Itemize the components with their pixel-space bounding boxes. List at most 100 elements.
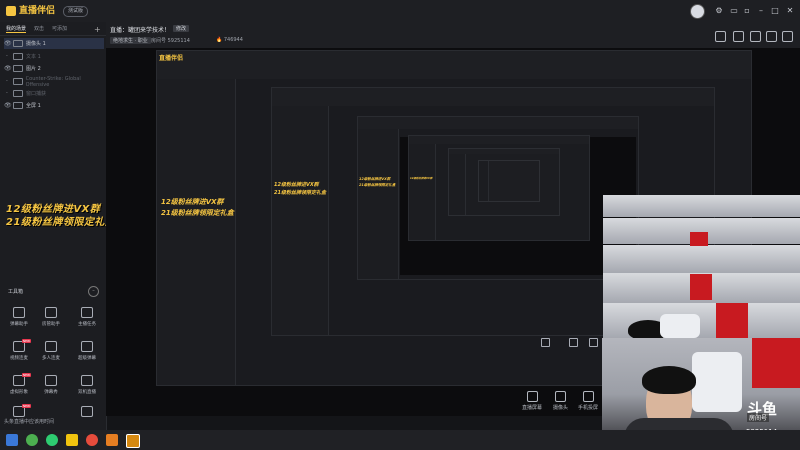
tool-label: 房管助手	[42, 322, 60, 327]
tool-task[interactable]: 主播任务	[72, 307, 102, 333]
source-label: 全屏 1	[26, 103, 41, 109]
live-companion-icon[interactable]	[126, 434, 140, 448]
maximize-icon[interactable]: □	[770, 6, 780, 16]
tool-phone[interactable]: 手机投屏	[578, 391, 598, 411]
person-hair	[642, 366, 696, 394]
app4-icon[interactable]	[86, 434, 98, 446]
version-badge[interactable]: 测试版	[63, 6, 89, 17]
sticker-icon: NEW	[13, 404, 31, 417]
wechat-icon[interactable]	[46, 434, 58, 446]
user-avatar[interactable]	[690, 4, 705, 19]
tool-multi-link[interactable]: 多人连麦	[36, 341, 66, 367]
super-danmu-icon	[81, 341, 93, 352]
tool-danmu[interactable]: 弹幕助手	[4, 307, 34, 333]
eye-icon[interactable]: 👁	[4, 65, 12, 72]
nested-tool	[589, 338, 598, 347]
task-icon	[81, 307, 93, 318]
eye-off-icon[interactable]: ·	[4, 78, 10, 85]
tool-more[interactable]	[72, 406, 102, 432]
tool-camera[interactable]: 摄像头	[553, 391, 568, 411]
tool-danmu-show[interactable]: 弹幕秀	[36, 375, 66, 401]
tool-admin[interactable]: 房管助手	[36, 307, 66, 333]
stream-header	[106, 22, 800, 48]
tool-screen[interactable]: 直播屏幕	[522, 391, 542, 411]
stream-title-prefix: 直播：	[110, 27, 129, 34]
viewer-count: 🔥 746944	[216, 37, 243, 43]
bell-icon[interactable]	[766, 31, 777, 42]
nested-tool	[541, 338, 550, 347]
tab-double[interactable]: 双击	[34, 25, 44, 32]
danmu-icon	[13, 307, 25, 318]
windows-start-icon[interactable]	[6, 434, 18, 446]
admin-icon	[45, 307, 57, 318]
source-item[interactable]: 👁 图片 2	[4, 63, 104, 74]
nested-webcam	[603, 195, 800, 217]
logo-icon	[6, 6, 16, 16]
tool-video-link[interactable]: NEW 视频连麦	[4, 339, 34, 367]
new-tag: NEW	[21, 373, 31, 377]
source-item[interactable]: 👁 全屏 1	[4, 100, 104, 111]
tool-label: 视频连麦	[10, 356, 28, 361]
source-item[interactable]: 👁 摄像头 1	[4, 38, 104, 49]
share-screen-icon[interactable]	[715, 31, 726, 42]
video-link-icon: NEW	[13, 339, 31, 352]
minimize-icon[interactable]: –	[756, 6, 766, 16]
camera-icon	[555, 391, 566, 402]
source-item[interactable]: · 窗口捕获	[4, 88, 104, 99]
tool-label: 超级弹幕	[78, 356, 96, 361]
eye-icon[interactable]: 👁	[4, 40, 12, 47]
app5-icon[interactable]	[106, 434, 118, 446]
source-item[interactable]: · 文本 1	[4, 51, 104, 62]
app-logo: 直播伴侣	[6, 4, 58, 18]
new-tag: NEW	[21, 339, 31, 343]
eye-off-icon[interactable]: ·	[4, 90, 10, 97]
phone-icon	[582, 391, 594, 402]
nested-preview-6	[478, 160, 540, 202]
edit-title-button[interactable]: 修改	[173, 25, 190, 32]
category-button[interactable]: 绝地求生 · 职业	[110, 37, 151, 44]
tool-dual[interactable]: 双机直播	[72, 375, 102, 401]
overlay-text-line2: 21级粉丝牌领限定礼盒	[6, 217, 116, 228]
phone-icon	[589, 338, 598, 347]
tool-avatar[interactable]: NEW 虚拟形象	[4, 373, 34, 401]
room-label: 房间号	[151, 38, 167, 44]
eye-icon[interactable]: 👁	[4, 102, 12, 109]
tool-label: 手机投屏	[578, 405, 599, 411]
tool-super-danmu[interactable]: 超级弹幕	[72, 341, 102, 367]
add-scene-icon[interactable]: +	[94, 25, 101, 34]
dual-icon	[81, 375, 93, 386]
game-source-icon	[12, 78, 23, 85]
image-source-icon	[13, 65, 23, 72]
close-icon[interactable]: ✕	[785, 6, 795, 16]
viewer-count-value: 746944	[223, 37, 243, 43]
source-label: 窗口捕获	[26, 91, 47, 97]
tools-collapse-icon[interactable]: –	[88, 286, 99, 297]
nested-poster	[716, 303, 748, 338]
tool-label: 摄像头	[553, 405, 569, 411]
gift-icon[interactable]	[750, 31, 761, 42]
eye-off-icon[interactable]: ·	[4, 53, 10, 60]
skin-icon[interactable]: ▫	[742, 6, 752, 16]
folder-icon[interactable]	[66, 434, 78, 446]
nested-webcam	[603, 245, 800, 273]
tool-label: 虚拟形象	[10, 390, 28, 395]
nested-logo: 直播伴侣	[159, 55, 184, 62]
share-icon[interactable]	[782, 31, 793, 42]
room-number: 房间号 5925114	[151, 37, 190, 44]
settings-icon[interactable]: ⚙	[714, 6, 724, 16]
tab-addable[interactable]: 可添加	[52, 25, 67, 32]
lock-icon[interactable]	[733, 31, 744, 42]
screen-source-icon	[13, 102, 23, 109]
window-source-icon	[13, 90, 23, 97]
danmu-show-icon	[45, 375, 57, 386]
source-label: 图片 2	[26, 66, 41, 72]
source-label: 摄像头 1	[26, 41, 46, 47]
tools-title: 工具箱	[8, 289, 24, 295]
app1-icon[interactable]	[26, 434, 38, 446]
screen-icon	[541, 338, 550, 347]
message-icon[interactable]: ▭	[729, 6, 739, 16]
nested-poster	[690, 232, 708, 246]
source-item[interactable]: · Counter-Strike: Global Offensive	[4, 76, 104, 88]
multi-link-icon	[45, 341, 57, 352]
tab-my-scene[interactable]: 我的场景	[6, 25, 27, 33]
